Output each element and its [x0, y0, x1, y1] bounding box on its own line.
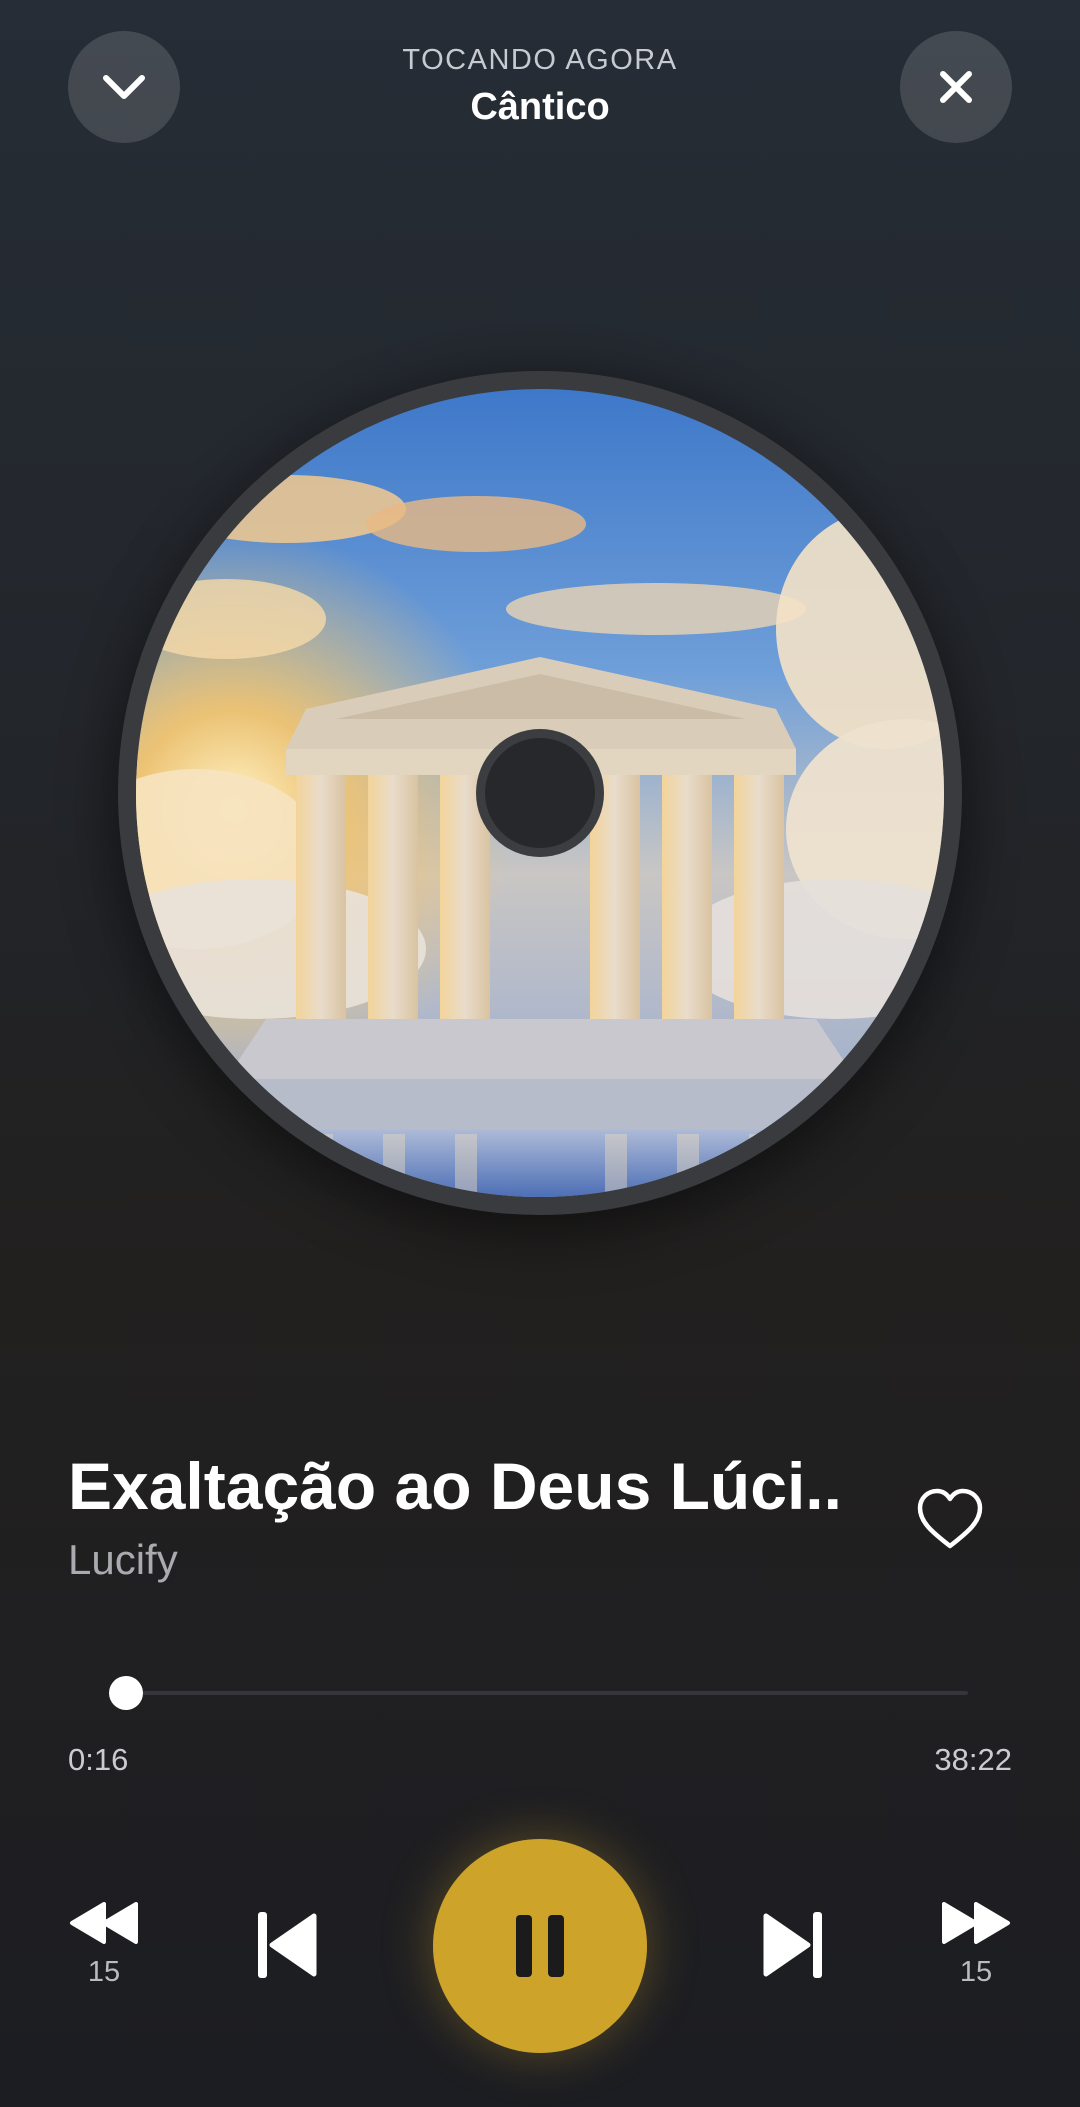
close-button[interactable]: [900, 31, 1012, 143]
collapse-button[interactable]: [68, 31, 180, 143]
now-playing-label: TOCANDO AGORA: [402, 44, 678, 76]
album-artwork: [136, 389, 944, 1197]
skip-next-icon: [763, 1912, 822, 1978]
previous-button[interactable]: [254, 1910, 320, 1980]
progress-track[interactable]: [120, 1691, 968, 1695]
rewind-15-icon: [70, 1902, 138, 1944]
elapsed-time: 0:16: [68, 1742, 129, 1777]
pause-button[interactable]: [433, 1839, 647, 2053]
rewind-15-button[interactable]: 15: [68, 1900, 140, 1989]
forward-15-button[interactable]: 15: [940, 1900, 1012, 1989]
next-button[interactable]: [760, 1910, 826, 1980]
playlist-title: Cântico: [470, 86, 610, 128]
fast-forward-15-icon: [942, 1902, 1010, 1944]
pause-icon: [516, 1915, 564, 1977]
close-icon: [940, 71, 972, 103]
heart-outline-icon: [917, 1488, 983, 1549]
forward-seconds-label: 15: [959, 1956, 993, 1988]
chevron-down-icon: [103, 75, 145, 99]
artist-name: Lucify: [68, 1536, 178, 1583]
song-title: Exaltação ao Deus Lúci..: [68, 1449, 842, 1523]
rewind-seconds-label: 15: [87, 1956, 121, 1988]
skip-previous-icon: [258, 1912, 317, 1978]
favorite-button[interactable]: [910, 1480, 990, 1560]
progress-handle[interactable]: [108, 1676, 143, 1710]
total-time: 38:22: [934, 1742, 1012, 1777]
